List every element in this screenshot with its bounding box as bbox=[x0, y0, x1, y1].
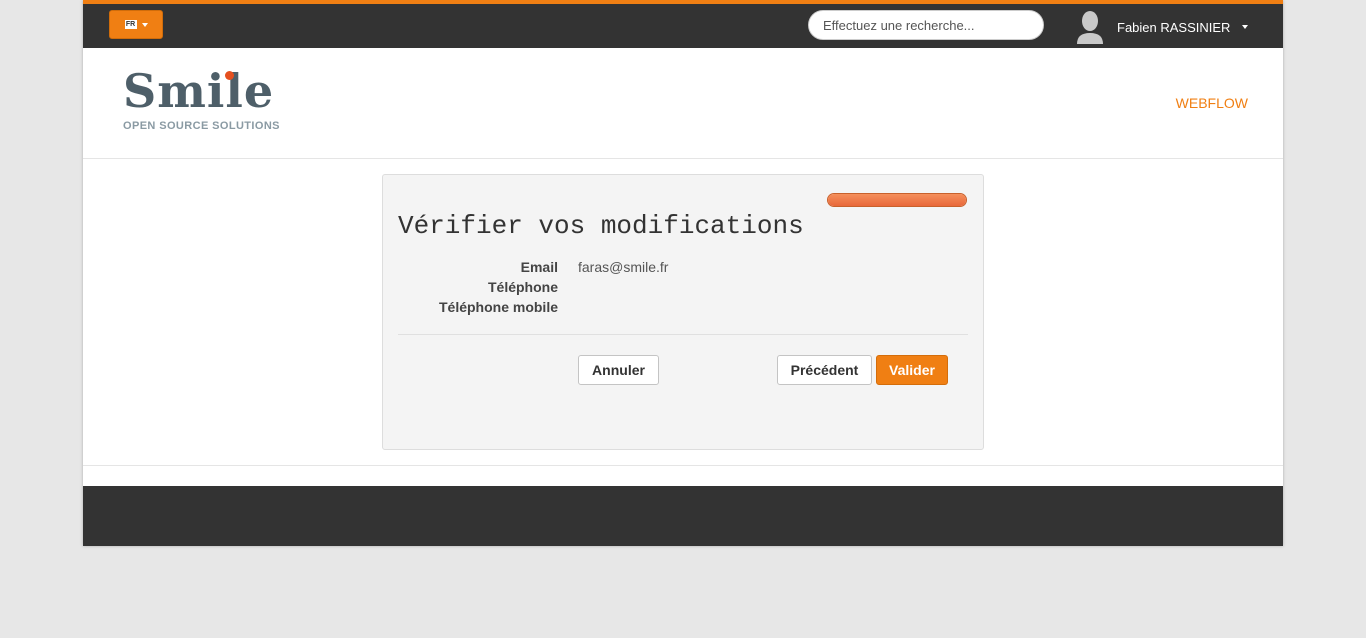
avatar-icon bbox=[1073, 10, 1107, 44]
field-list: Email faras@smile.fr Téléphone Téléphone… bbox=[398, 257, 968, 317]
app-window: FR Fabien RASSINIER Smile OPEN SOURCE SO… bbox=[83, 0, 1283, 546]
smile-logo[interactable]: Smile OPEN SOURCE SOLUTIONS bbox=[123, 68, 280, 132]
site-footer bbox=[83, 486, 1283, 546]
field-row-mobile: Téléphone mobile bbox=[398, 297, 968, 317]
cancel-button[interactable]: Annuler bbox=[578, 355, 659, 385]
logo-wordmark: Smile bbox=[123, 64, 275, 118]
caret-down-icon bbox=[1242, 25, 1249, 29]
field-row-phone: Téléphone bbox=[398, 277, 968, 297]
caret-down-icon bbox=[141, 22, 148, 27]
top-navbar: FR Fabien RASSINIER bbox=[83, 0, 1283, 48]
field-label: Téléphone mobile bbox=[438, 299, 558, 315]
field-label: Email bbox=[520, 259, 558, 275]
nav-link-webflow[interactable]: WEBFLOW bbox=[1176, 95, 1248, 111]
progress-bar bbox=[827, 193, 967, 207]
site-header: Smile OPEN SOURCE SOLUTIONS WEBFLOW bbox=[83, 48, 1283, 159]
search-input[interactable] bbox=[808, 10, 1044, 40]
divider bbox=[398, 334, 968, 335]
submit-button[interactable]: Valider bbox=[876, 355, 948, 385]
progress-fill bbox=[828, 194, 966, 206]
language-dropdown-button[interactable]: FR bbox=[109, 10, 163, 39]
logo-dot bbox=[225, 71, 234, 80]
previous-button[interactable]: Précédent bbox=[777, 355, 872, 385]
divider bbox=[83, 465, 1283, 466]
logo-subtitle: OPEN SOURCE SOLUTIONS bbox=[123, 120, 280, 132]
field-label: Téléphone bbox=[487, 279, 558, 295]
field-value: faras@smile.fr bbox=[578, 259, 669, 275]
review-panel: Vérifier vos modifications Email faras@s… bbox=[382, 174, 984, 450]
flag-icon: FR bbox=[124, 20, 137, 29]
user-name: Fabien RASSINIER bbox=[1117, 19, 1231, 35]
page-title: Vérifier vos modifications bbox=[398, 211, 804, 241]
user-menu[interactable]: Fabien RASSINIER bbox=[1073, 8, 1249, 46]
field-row-email: Email faras@smile.fr bbox=[398, 257, 968, 277]
